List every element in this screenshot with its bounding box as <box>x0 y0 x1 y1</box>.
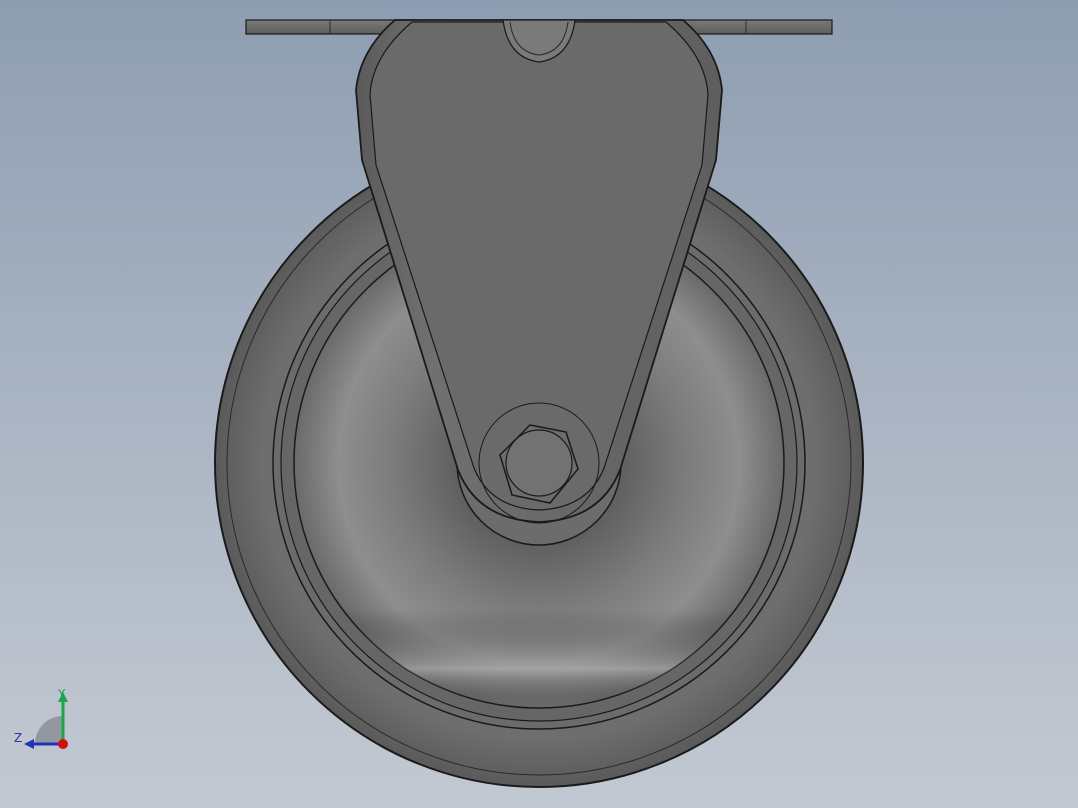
triad-quarter-disc <box>35 716 63 744</box>
x-axis-dot <box>58 739 68 749</box>
axle-bolt-end <box>505 429 573 497</box>
graphics-viewport[interactable]: Y Z <box>0 0 1078 808</box>
caster-wheel-model[interactable] <box>0 0 1078 808</box>
z-arrow-head <box>24 739 34 749</box>
orientation-triad: Y Z <box>10 684 80 754</box>
z-axis-label: Z <box>14 731 23 745</box>
y-axis-label: Y <box>58 687 66 701</box>
